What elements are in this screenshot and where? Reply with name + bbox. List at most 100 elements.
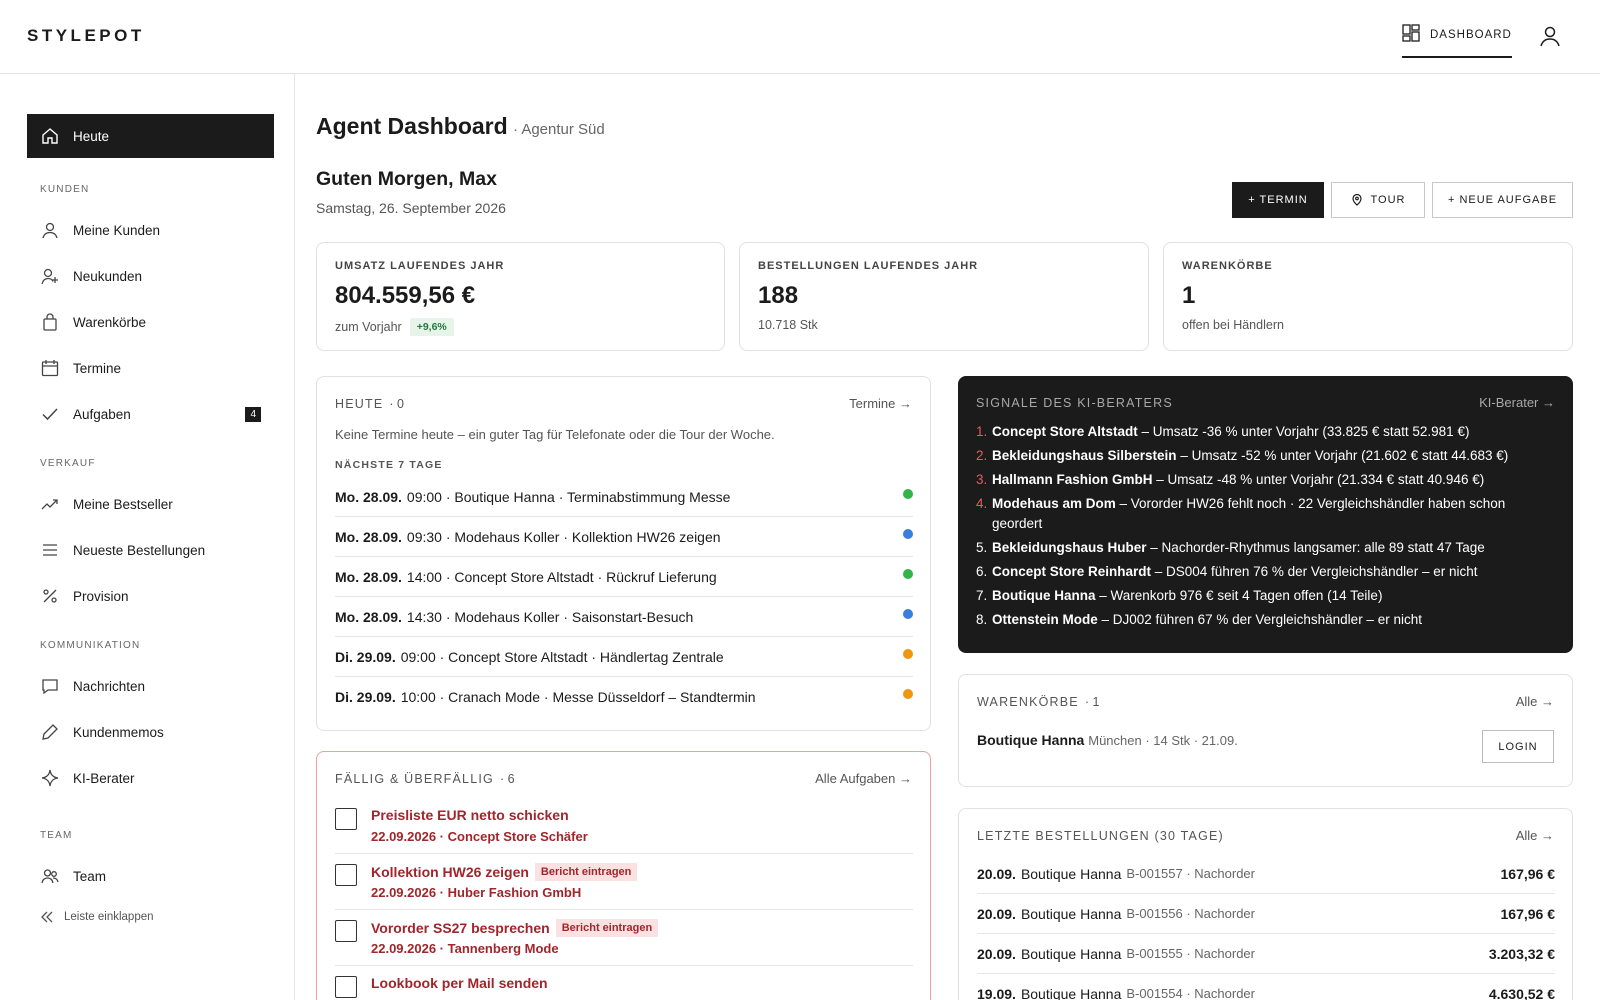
trend-icon xyxy=(41,499,58,510)
appointment-row[interactable]: Mo. 28.09. 09:30 · Modehaus Koller · Koll… xyxy=(335,517,913,557)
signal-item[interactable]: 6. Concept Store Reinhardt – DS004 führen… xyxy=(976,562,1546,582)
signal-text: – Umsatz -48 % unter Vorjahr (21.334 € s… xyxy=(1152,472,1485,487)
kpi-card-bestellungen: BESTELLUNGEN LAUFENDES JAHR 188 10.718 S… xyxy=(739,242,1149,351)
percent-icon xyxy=(43,589,57,603)
team-icon xyxy=(41,869,59,884)
tour-button[interactable]: TOUR xyxy=(1331,182,1425,218)
sidebar-item-termine[interactable]: Termine xyxy=(27,346,274,390)
sidebar-item-warenkoerbe[interactable]: Warenkörbe xyxy=(27,300,274,344)
sidebar-item-meine-kunden[interactable]: Meine Kunden xyxy=(27,208,274,252)
sidebar-item-aufgaben[interactable]: Aufgaben 4 xyxy=(27,392,274,436)
order-shop: Boutique Hanna xyxy=(1020,905,1122,922)
order-shop: Boutique Hanna xyxy=(1020,865,1122,882)
signal-text: – DJ002 führen 67 % der Vergleichshändle… xyxy=(1097,612,1422,627)
task-title-line[interactable]: Vororder SS27 besprechen Bericht eintrage… xyxy=(371,919,659,937)
task-checkbox[interactable] xyxy=(335,920,357,942)
new-task-button[interactable]: + NEUE AUFGABE xyxy=(1432,182,1573,218)
signal-item[interactable]: 8. Ottenstein Mode – DJ002 führen 67 % de… xyxy=(976,610,1546,630)
order-amount: 4.630,52 € xyxy=(1488,985,1555,1000)
new-appointment-button[interactable]: + TERMIN xyxy=(1232,182,1324,218)
list-icon xyxy=(43,544,57,556)
cart-login-button[interactable]: LOGIN xyxy=(1482,730,1554,763)
collapse-sidebar-button[interactable]: Leiste einklappen xyxy=(40,910,154,924)
top-bar: STYLEPOT DASHBOARD xyxy=(0,0,1600,74)
sidebar-item-nachrichten[interactable]: Nachrichten xyxy=(27,664,274,708)
sidebar-item-label: Team xyxy=(73,868,107,884)
order-row[interactable]: 19.09. Boutique Hanna B-001554 · Nachorder… xyxy=(977,974,1555,1000)
sidebar-item-neukunden[interactable]: Neukunden xyxy=(27,254,274,298)
all-carts-link[interactable]: Alle → xyxy=(1516,694,1554,709)
task-title-line[interactable]: Preisliste EUR netto schicken xyxy=(371,807,569,823)
order-amount: 167,96 € xyxy=(1500,905,1556,922)
sidebar-item-label: Kundenmemos xyxy=(73,724,164,740)
signal-item[interactable]: 1. Concept Store Altstadt – Umsatz -36 % … xyxy=(976,422,1546,442)
sidebar-item-provision[interactable]: Provision xyxy=(27,574,274,618)
sidebar-item-heute[interactable]: Heute xyxy=(27,114,274,158)
appointment-day: Mo. 28.09. xyxy=(335,488,402,505)
ki-berater-link[interactable]: KI-Berater → xyxy=(1479,395,1555,410)
sidebar-item-label: Provision xyxy=(73,588,129,604)
signal-item[interactable]: 7. Boutique Hanna – Warenkorb 976 € seit … xyxy=(976,586,1546,606)
sidebar-item-team[interactable]: Team xyxy=(27,854,274,898)
logo[interactable]: STYLEPOT xyxy=(27,26,145,46)
signal-shop-name: Modehaus am Dom xyxy=(992,496,1116,511)
user-plus-icon xyxy=(41,268,58,285)
pin-icon xyxy=(1351,194,1362,206)
dashboard-nav-link[interactable]: DASHBOARD xyxy=(1402,24,1512,58)
today-title: HEUTE xyxy=(335,397,384,411)
order-row[interactable]: 20.09. Boutique Hanna B-001557 · Nachorder… xyxy=(977,854,1555,894)
sidebar-item-kundenmemos[interactable]: Kundenmemos xyxy=(27,710,274,754)
user-menu-button[interactable] xyxy=(1538,24,1564,50)
calendar-icon xyxy=(41,360,59,377)
order-date: 20.09. xyxy=(977,945,1016,962)
appointment-row[interactable]: Mo. 28.09. 14:00 · Concept Store Altstadt… xyxy=(335,557,913,597)
task-checkbox[interactable] xyxy=(335,864,357,886)
next-7-days-label: NÄCHSTE 7 TAGE xyxy=(335,459,443,471)
appointment-row[interactable]: Mo. 28.09. 14:30 · Modehaus Koller · Sais… xyxy=(335,597,913,637)
cart-shop-name[interactable]: Boutique Hanna xyxy=(977,732,1084,748)
all-tasks-link[interactable]: Alle Aufgaben → xyxy=(815,771,912,786)
kpi-sub: offen bei Händlern xyxy=(1182,318,1284,332)
task-row: Kollektion HW26 zeigen Bericht eintragen 2… xyxy=(335,854,913,910)
signal-body: Hallmann Fashion GmbH – Umsatz -48 % unt… xyxy=(992,470,1484,490)
report-tag[interactable]: Bericht eintragen xyxy=(534,863,638,881)
termine-link[interactable]: Termine → xyxy=(849,396,912,411)
order-row[interactable]: 20.09. Boutique Hanna B-001555 · Nachorder… xyxy=(977,934,1555,974)
status-dot xyxy=(903,689,913,699)
task-title-line[interactable]: Kollektion HW26 zeigen Bericht eintragen xyxy=(371,863,638,881)
task-row: Vororder SS27 besprechen Bericht eintrage… xyxy=(335,910,913,966)
appointment-text: 09:30 · Modehaus Koller · Kollektion HW2… xyxy=(406,528,721,545)
sidebar-item-label: Meine Kunden xyxy=(73,222,161,238)
appointment-row[interactable]: Di. 29.09. 10:00 · Cranach Mode · Messe D… xyxy=(335,677,913,717)
report-tag[interactable]: Bericht eintragen xyxy=(555,919,659,937)
signal-item[interactable]: 3. Hallmann Fashion GmbH – Umsatz -48 % u… xyxy=(976,470,1546,490)
today-card: HEUTE · 0 Termine → Keine Termine heute –… xyxy=(316,376,931,731)
collapse-label: Leiste einklappen xyxy=(64,911,154,923)
signal-number: 4. xyxy=(976,496,988,511)
appointment-row[interactable]: Mo. 28.09. 09:00 · Boutique Hanna · Termi… xyxy=(335,477,913,517)
task-checkbox[interactable] xyxy=(335,976,357,998)
appointment-text: 09:00 · Concept Store Altstadt · Händler… xyxy=(400,648,724,665)
kpi-value: 1 xyxy=(1182,282,1196,309)
sidebar-item-label: Heute xyxy=(73,128,110,144)
cart-row: Boutique Hanna München · 14 Stk · 21.09. xyxy=(977,732,1238,748)
tasks-heading: FÄLLIG & ÜBERFÄLLIG · 6 xyxy=(335,772,515,786)
task-checkbox[interactable] xyxy=(335,808,357,830)
signal-item[interactable]: 2. Bekleidungshaus Silberstein – Umsatz -… xyxy=(976,446,1546,466)
appointment-row[interactable]: Di. 29.09. 09:00 · Concept Store Altstadt… xyxy=(335,637,913,677)
sparkle-icon xyxy=(41,769,59,787)
sidebar-item-bestellungen[interactable]: Neueste Bestellungen xyxy=(27,528,274,572)
sidebar-item-bestseller[interactable]: Meine Bestseller xyxy=(27,482,274,526)
status-dot xyxy=(903,609,913,619)
today-count: · 0 xyxy=(389,397,404,411)
signal-body: Bekleidungshaus Silberstein – Umsatz -52… xyxy=(992,446,1508,466)
sidebar-item-ki-berater[interactable]: KI-Berater xyxy=(27,756,274,800)
signal-item[interactable]: 4. Modehaus am Dom – Vororder HW26 fehlt … xyxy=(976,494,1546,534)
signal-number: 7. xyxy=(976,588,988,603)
all-orders-link[interactable]: Alle → xyxy=(1516,828,1554,843)
kpi-label: WARENKÖRBE xyxy=(1182,260,1273,272)
signal-item[interactable]: 5. Bekleidungshaus Huber – Nachorder-Rhyt… xyxy=(976,538,1546,558)
home-icon xyxy=(42,128,58,144)
task-title-line[interactable]: Lookbook per Mail senden xyxy=(371,975,548,991)
order-row[interactable]: 20.09. Boutique Hanna B-001556 · Nachorder… xyxy=(977,894,1555,934)
